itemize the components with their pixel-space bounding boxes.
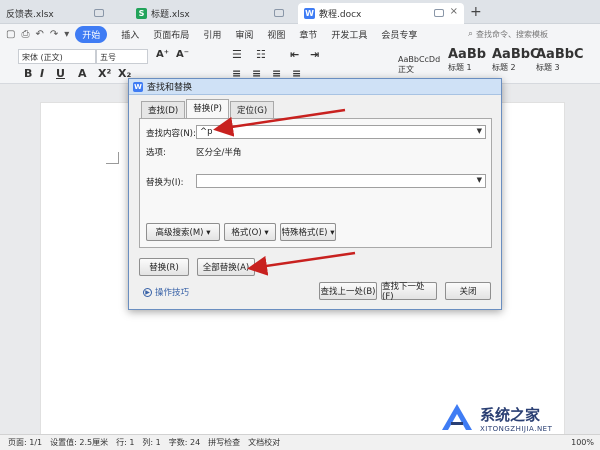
status-row: 行: 1: [116, 438, 135, 447]
tab-bar: 反馈表.xlsx S 标题.xlsx W 教程.docx × +: [0, 0, 600, 24]
app-icon: W: [133, 81, 143, 92]
tab-goto[interactable]: 定位(G): [229, 101, 275, 118]
font-name-select[interactable]: 宋体 (正文): [18, 49, 96, 64]
special-format-button[interactable]: 特殊格式(E) ▾: [280, 223, 336, 241]
folder-icon[interactable]: ▢: [6, 29, 15, 40]
replace-button[interactable]: 替换(R): [139, 258, 189, 276]
outdent-icon[interactable]: ⇥: [310, 48, 319, 61]
play-icon: ▶: [143, 287, 152, 297]
tab-label: 标题.xlsx: [151, 10, 190, 20]
font-color-icon[interactable]: A: [78, 67, 87, 80]
margin-marker: [118, 152, 119, 164]
menu-start[interactable]: 开始: [75, 25, 108, 43]
search-icon: ⌕: [468, 29, 474, 39]
find-label: 查找内容(N):: [146, 129, 196, 139]
close-tab-icon[interactable]: ×: [450, 6, 458, 17]
underline-icon[interactable]: U: [56, 67, 65, 80]
redo-icon[interactable]: ↷: [50, 29, 58, 40]
command-search[interactable]: ⌕ 查找命令、搜索模板: [468, 26, 600, 42]
dropdown-arrow-icon[interactable]: ▼: [477, 176, 482, 184]
watermark: 系统之家 XITONGZHIJIA.NET: [440, 398, 600, 438]
dialog-title: 查找和替换: [147, 83, 193, 93]
style-heading-2[interactable]: AaBbC 标题 2: [492, 47, 540, 81]
dropdown-arrow-icon[interactable]: ▼: [477, 127, 482, 135]
tab-label: 反馈表.xlsx: [6, 10, 54, 20]
find-next-button[interactable]: 查找下一处(F): [381, 282, 437, 302]
indent-icon[interactable]: ⇤: [290, 48, 299, 61]
document-icon: W: [304, 8, 315, 19]
status-page: 页面: 1/1: [8, 438, 43, 447]
replace-panel: 查找内容(N): ^p ▼ 选项: 区分全/半角 替换为(I): ▼ 高级搜索(…: [139, 118, 492, 248]
options-value: 区分全/半角: [196, 148, 242, 158]
spell-check-toggle[interactable]: 拼写检查: [208, 437, 240, 448]
spreadsheet-icon: S: [136, 8, 147, 19]
style-heading-3[interactable]: AaBbC 标题 3: [536, 47, 584, 81]
style-normal[interactable]: AaBbCcDd 正文: [398, 47, 446, 81]
print-icon[interactable]: ⎙: [21, 29, 29, 40]
watermark-text: 系统之家 XITONGZHIJIA.NET: [480, 405, 553, 433]
replace-input[interactable]: ▼: [196, 174, 486, 188]
status-col: 列: 1: [142, 438, 161, 447]
ribbon-menu: ▢ ⎙ ↶ ↷ ▾ 开始 插入 页面布局 引用 审阅 视图 章节 开发工具 会员…: [0, 24, 600, 44]
menu-chapter[interactable]: 章节: [299, 28, 317, 41]
watermark-logo-icon: [442, 404, 472, 430]
find-input[interactable]: ^p ▼: [196, 125, 486, 139]
bullets-icon[interactable]: ☰: [232, 48, 242, 61]
dialog-tabs: 查找(D) 替换(P) 定位(G): [141, 99, 275, 119]
tab-find[interactable]: 查找(D): [141, 101, 186, 118]
menu-page-layout[interactable]: 页面布局: [153, 28, 189, 41]
menu-review[interactable]: 审阅: [235, 28, 253, 41]
superscript-icon[interactable]: X²: [98, 67, 111, 80]
shrink-font-icon[interactable]: A⁻: [176, 49, 189, 60]
zoom-level[interactable]: 100%: [571, 438, 594, 447]
tab-title-xlsx[interactable]: S 标题.xlsx: [130, 3, 290, 24]
undo-icon[interactable]: ↶: [35, 29, 43, 40]
advanced-search-button[interactable]: 高级搜索(M) ▾: [146, 223, 220, 241]
menu-view[interactable]: 视图: [267, 28, 285, 41]
style-heading-1[interactable]: AaBb 标题 1: [448, 47, 492, 81]
window-icon: [274, 9, 284, 17]
more-icon[interactable]: ▾: [64, 29, 69, 40]
grow-font-icon[interactable]: A⁺: [156, 49, 169, 60]
font-size-select[interactable]: 五号: [96, 49, 148, 64]
numbering-icon[interactable]: ☷: [256, 48, 266, 61]
options-label: 选项:: [146, 148, 166, 158]
italic-icon[interactable]: I: [40, 67, 44, 80]
new-tab-icon[interactable]: +: [470, 4, 482, 20]
search-placeholder: 查找命令、搜索模板: [476, 29, 549, 39]
tab-feedback-xlsx[interactable]: 反馈表.xlsx: [0, 3, 110, 24]
close-button[interactable]: 关闭: [445, 282, 491, 300]
format-button[interactable]: 格式(O) ▾: [224, 223, 276, 241]
menu-insert[interactable]: 插入: [121, 28, 139, 41]
find-replace-dialog: W 查找和替换 查找(D) 替换(P) 定位(G) 查找内容(N): ^p ▼ …: [128, 78, 502, 310]
margin-marker: [106, 163, 118, 164]
replace-all-button[interactable]: 全部替换(A): [197, 258, 255, 276]
tab-label: 教程.docx: [319, 10, 362, 20]
status-words[interactable]: 字数: 24: [169, 437, 200, 448]
dialog-title-bar[interactable]: W 查找和替换: [129, 79, 501, 95]
menu-member[interactable]: 会员专享: [381, 28, 417, 41]
window-icon: [94, 9, 104, 17]
status-setting: 设置值: 2.5厘米: [50, 438, 109, 447]
tab-replace[interactable]: 替换(P): [186, 99, 229, 118]
replace-label: 替换为(I):: [146, 178, 184, 188]
doc-proof-button[interactable]: 文档校对: [248, 437, 280, 448]
window-icon: [434, 9, 444, 17]
menu-reference[interactable]: 引用: [203, 28, 221, 41]
menu-dev-tools[interactable]: 开发工具: [331, 28, 367, 41]
bold-icon[interactable]: B: [24, 67, 32, 80]
tab-tutorial-docx[interactable]: W 教程.docx ×: [298, 3, 464, 24]
find-previous-button[interactable]: 查找上一处(B): [319, 282, 377, 300]
tips-link[interactable]: ▶ 操作技巧: [143, 286, 189, 298]
